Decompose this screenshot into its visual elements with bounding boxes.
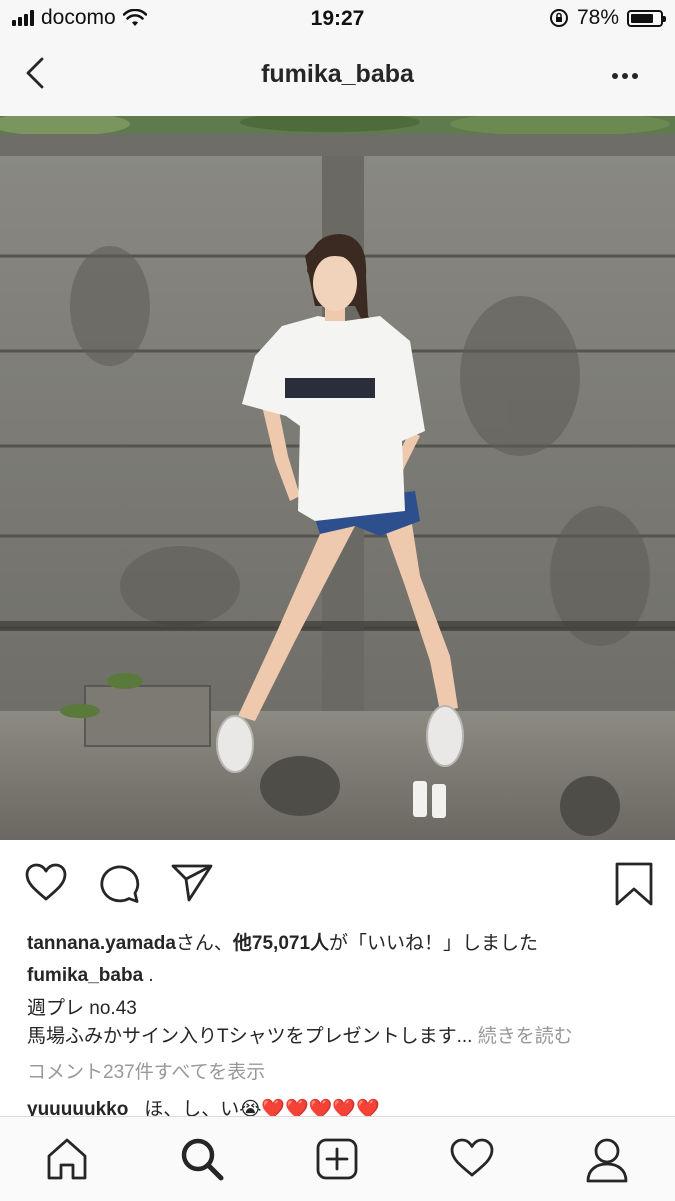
caption-dot: . (143, 965, 154, 986)
likes-mid: さん、 (175, 933, 233, 954)
page-title[interactable]: fumika_baba (0, 60, 675, 89)
status-bar: docomo 19:27 78% (0, 0, 675, 38)
battery-percent: 78% (576, 6, 619, 29)
bookmark-icon[interactable] (614, 862, 654, 906)
share-icon[interactable] (170, 862, 214, 902)
add-post-icon[interactable] (315, 1137, 359, 1181)
caption-line-2-text: 馬場ふみかサイン入りTシャツをプレゼントします... (27, 1026, 473, 1047)
comment-icon[interactable] (97, 862, 141, 904)
post-photo[interactable] (0, 116, 675, 840)
more-horizontal-icon[interactable] (611, 72, 639, 80)
heart-icon[interactable] (24, 862, 68, 902)
battery-fill (631, 13, 653, 23)
post-actions (0, 840, 675, 926)
activity-heart-icon[interactable] (449, 1137, 495, 1179)
likes-line[interactable]: tannana.yamadaさん、他75,071人が「いいね！」しました (27, 928, 538, 955)
caption-line-1: 週プレ no.43 (27, 998, 137, 1019)
orientation-lock-icon (549, 9, 568, 27)
photo-illustration (0, 116, 675, 840)
nav-bar: fumika_baba (0, 38, 675, 117)
caption-username[interactable]: fumika_baba (27, 965, 143, 986)
caption-header: fumika_baba . (27, 965, 154, 987)
home-icon[interactable] (45, 1137, 89, 1181)
likes-tail: が「いいね！」しました (329, 933, 539, 954)
view-all-comments-link[interactable]: コメント237件すべてを表示 (27, 1057, 265, 1084)
read-more-link[interactable]: 続きを読む (478, 1026, 573, 1047)
profile-icon[interactable] (585, 1137, 629, 1183)
liker-username[interactable]: tannana.yamada (27, 933, 176, 954)
status-right: 78% (549, 6, 666, 30)
tab-bar (0, 1116, 675, 1201)
likes-count[interactable]: 他75,071人 (233, 933, 329, 954)
search-icon[interactable] (180, 1137, 224, 1181)
battery-icon (627, 9, 666, 27)
caption-line-2: 馬場ふみかサイン入りTシャツをプレゼントします... 続きを読む (27, 1021, 573, 1048)
